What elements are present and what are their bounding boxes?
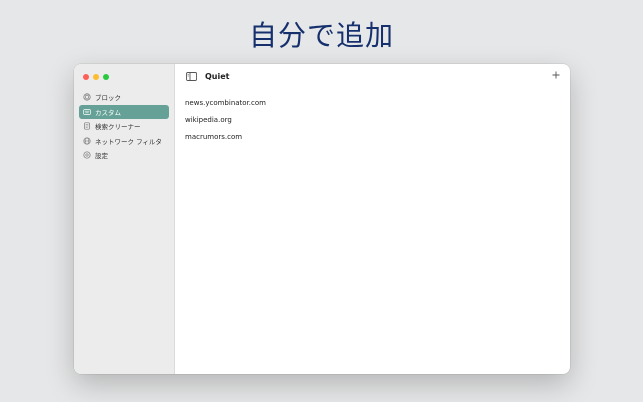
list-item[interactable]: macrumors.com [185,133,266,150]
keyboard-icon [83,108,91,115]
sidebar-nav: ブロック カスタム 検索クリーナー ネットワーク フィルタ 設定 [79,90,169,163]
sidebar-item-custom[interactable]: カスタム [79,104,169,119]
minimize-window-button[interactable] [93,74,99,80]
sidebar-item-label: 設定 [95,152,108,160]
list-item[interactable]: news.ycombinator.com [185,99,266,116]
sidebar-item-network-filter[interactable]: ネットワーク フィルタ [79,134,169,148]
sidebar-toggle-icon[interactable] [186,72,197,81]
sidebar-item-label: ネットワーク フィルタ [95,137,162,146]
sidebar-item-block[interactable]: ブロック [79,90,169,104]
shield-icon [83,93,91,101]
sidebar-item-label: カスタム [95,108,121,117]
sidebar-item-search-cleaner[interactable]: 検索クリーナー [79,119,169,133]
close-window-button[interactable] [83,74,89,80]
globe-icon [83,136,91,145]
headline: 自分で追加 [248,19,394,52]
gear-icon [83,151,91,159]
app-window: ブロック カスタム 検索クリーナー ネットワーク フィルタ 設定 Quiet n… [74,64,570,374]
list-item[interactable]: wikipedia.org [185,116,266,133]
window-controls [83,74,109,80]
sidebar-item-label: 検索クリーナー [95,123,141,131]
plus-icon[interactable] [551,70,561,80]
toolbar: Quiet [175,64,570,90]
sidebar-item-settings[interactable]: 設定 [79,148,169,162]
document-icon [84,122,90,130]
sidebar: ブロック カスタム 検索クリーナー ネットワーク フィルタ 設定 [74,64,175,374]
zoom-window-button[interactable] [103,74,109,80]
sidebar-item-label: ブロック [95,94,121,102]
main-content: Quiet news.ycombinator.com wikipedia.org… [175,64,570,374]
domain-list: news.ycombinator.com wikipedia.org macru… [185,99,266,150]
window-title: Quiet [205,72,230,81]
